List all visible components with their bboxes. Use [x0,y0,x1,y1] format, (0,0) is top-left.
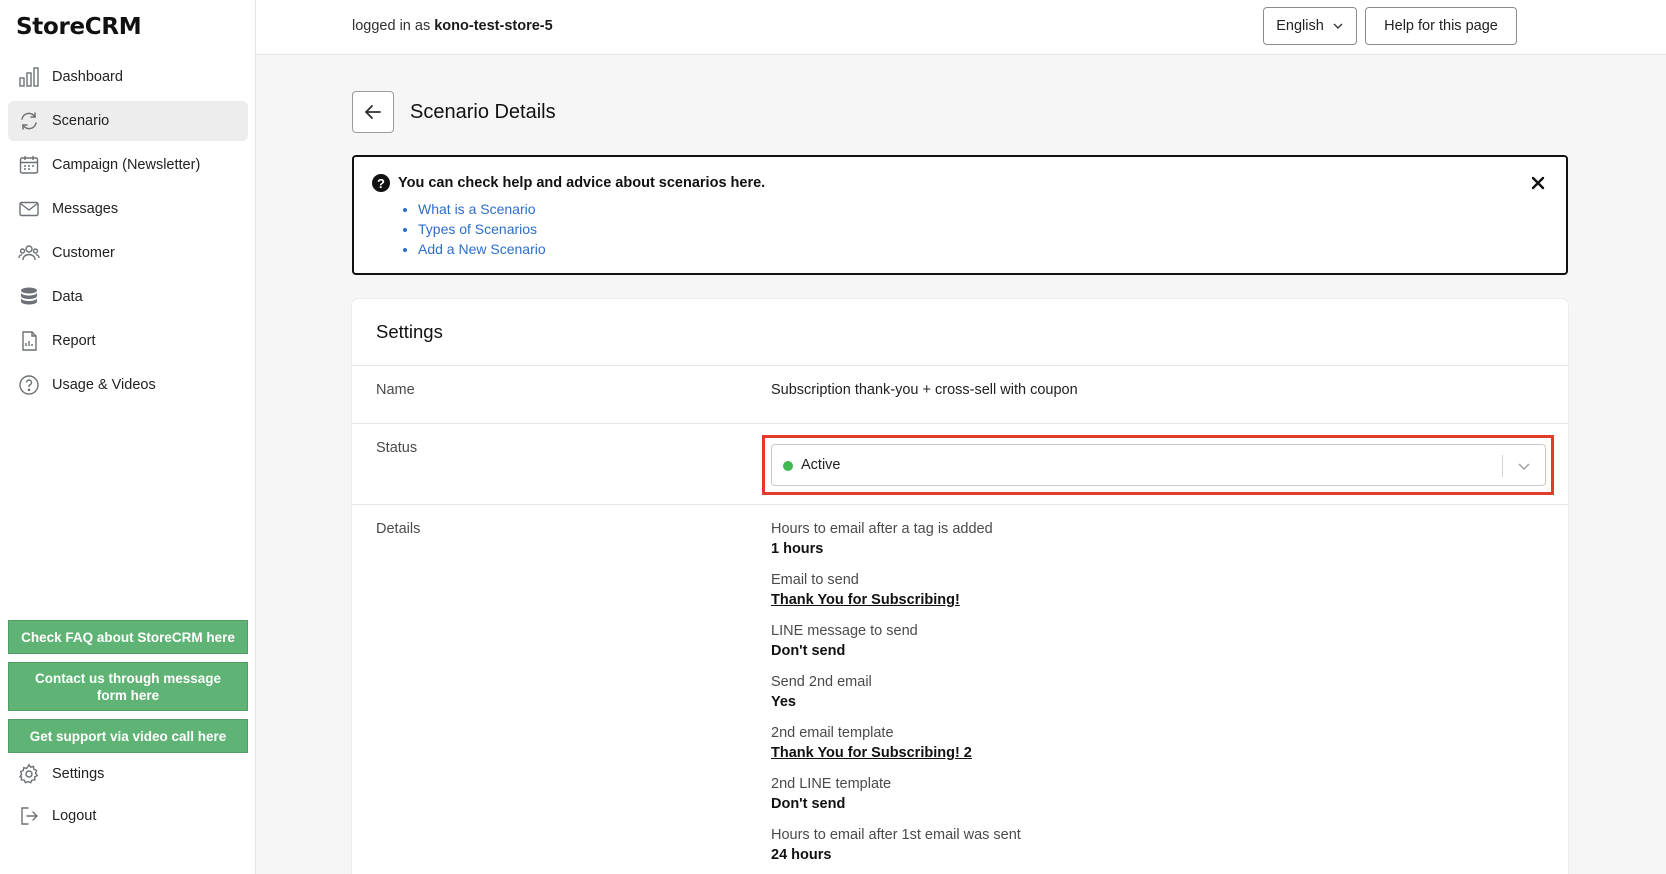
detail-item: 2nd email template Thank You for Subscri… [771,725,972,777]
bar-chart-icon [18,66,40,88]
divider [352,365,1568,366]
detail-value: 24 hours [771,847,832,863]
contact-form-button[interactable]: Contact us through message form here [8,662,248,711]
help-banner: ? You can check help and advice about sc… [352,155,1568,275]
language-label: English [1276,18,1324,34]
sidebar-item-usage-videos[interactable]: Usage & Videos [8,365,248,405]
sidebar-nav: Dashboard Scenario Campaign (Newsletter)… [8,57,248,409]
settings-card: Settings Name Subscription thank-you + c… [352,299,1568,874]
help-link-types-of-scenarios[interactable]: Types of Scenarios [418,221,537,237]
detail-item: Hours to email after 1st email was sent … [771,827,1021,874]
detail-value: 1 hours [771,541,824,557]
app-logo[interactable]: StoreCRM [16,14,142,40]
help-link-what-is-scenario[interactable]: What is a Scenario [418,201,536,217]
detail-value: Don't send [771,643,846,659]
back-button[interactable] [352,91,394,133]
page-title: Scenario Details [410,101,556,123]
sidebar-item-dashboard[interactable]: Dashboard [8,57,248,97]
language-select[interactable]: English [1263,7,1357,45]
detail-item: Send 2nd email Yes [771,674,872,726]
detail-item: LINE message to send Don't send [771,623,918,675]
name-label: Name [376,382,415,398]
arrow-left-icon [364,105,381,119]
report-icon [18,330,40,352]
sidebar-item-label: Settings [52,766,105,782]
sidebar-item-label: Logout [52,808,97,824]
detail-value: Yes [771,694,796,710]
sidebar-item-settings[interactable]: Settings [8,754,248,794]
sidebar-item-customer[interactable]: Customer [8,233,248,273]
sidebar-item-label: Customer [52,245,115,261]
detail-value: Don't send [771,796,846,812]
email-template-link[interactable]: Thank You for Subscribing! [771,592,960,624]
sidebar-item-label: Scenario [52,113,110,129]
sidebar-item-label: Dashboard [52,69,123,85]
sidebar-item-label: Messages [52,201,119,217]
status-value: Active [801,457,841,473]
chevron-down-icon [1518,463,1530,471]
second-email-template-link[interactable]: Thank You for Subscribing! 2 [771,745,972,777]
gear-icon [18,763,40,785]
divider [352,423,1568,424]
sidebar-item-data[interactable]: Data [8,277,248,317]
sidebar-item-label: Data [52,289,83,305]
sidebar-item-label: Usage & Videos [52,377,156,393]
database-icon [18,286,40,308]
detail-label: Send 2nd email [771,674,872,690]
detail-item: Hours to email after a tag is added 1 ho… [771,521,993,573]
help-link-item: Add a New Scenario [418,239,546,259]
logout-icon [18,805,40,827]
status-label: Status [376,440,418,456]
name-value: Subscription thank-you + cross-sell with… [771,382,1078,398]
help-for-page-button[interactable]: Help for this page [1365,7,1517,45]
refresh-icon [18,110,40,132]
detail-label: Hours to email after a tag is added [771,521,993,537]
login-prefix: logged in as [352,18,431,34]
chevron-down-icon [1333,23,1343,29]
details-label: Details [376,521,421,537]
sidebar-item-report[interactable]: Report [8,321,248,361]
sidebar-item-logout[interactable]: Logout [8,796,248,836]
help-link-add-new-scenario[interactable]: Add a New Scenario [418,241,546,257]
status-select[interactable]: Active [771,444,1546,486]
detail-label: Hours to email after 1st email was sent [771,827,1021,843]
help-link-item: What is a Scenario [418,199,546,219]
store-name: kono-test-store-5 [434,18,553,34]
detail-label: LINE message to send [771,623,918,639]
login-status: logged in as kono-test-store-5 [352,18,553,34]
help-link-item: Types of Scenarios [418,219,546,239]
question-icon: ? [372,174,390,192]
sidebar-item-messages[interactable]: Messages [8,189,248,229]
users-icon [18,242,40,264]
detail-item: 2nd LINE template Don't send [771,776,891,828]
mail-icon [18,198,40,220]
sidebar-item-scenario[interactable]: Scenario [8,101,248,141]
sidebar: StoreCRM Dashboard Scenario Campaign (Ne… [0,0,256,874]
sidebar-item-label: Campaign (Newsletter) [52,157,201,173]
divider [352,504,1568,505]
detail-label: Email to send [771,572,859,588]
detail-item: Email to send Thank You for Subscribing! [771,572,960,624]
top-bar: logged in as kono-test-store-5 English H… [256,0,1666,55]
help-circle-icon [18,374,40,396]
video-call-support-button[interactable]: Get support via video call here [8,719,248,753]
detail-label: 2nd LINE template [771,776,892,792]
select-separator [1502,455,1503,477]
close-icon[interactable] [1528,173,1548,193]
calendar-icon [18,154,40,176]
sidebar-item-label: Report [52,333,96,349]
help-heading: You can check help and advice about scen… [398,175,766,191]
sidebar-item-campaign[interactable]: Campaign (Newsletter) [8,145,248,185]
help-links: What is a Scenario Types of Scenarios Ad… [402,199,546,259]
status-active-dot [783,461,793,471]
settings-title: Settings [376,321,443,342]
faq-button[interactable]: Check FAQ about StoreCRM here [8,620,248,654]
detail-label: 2nd email template [771,725,894,741]
